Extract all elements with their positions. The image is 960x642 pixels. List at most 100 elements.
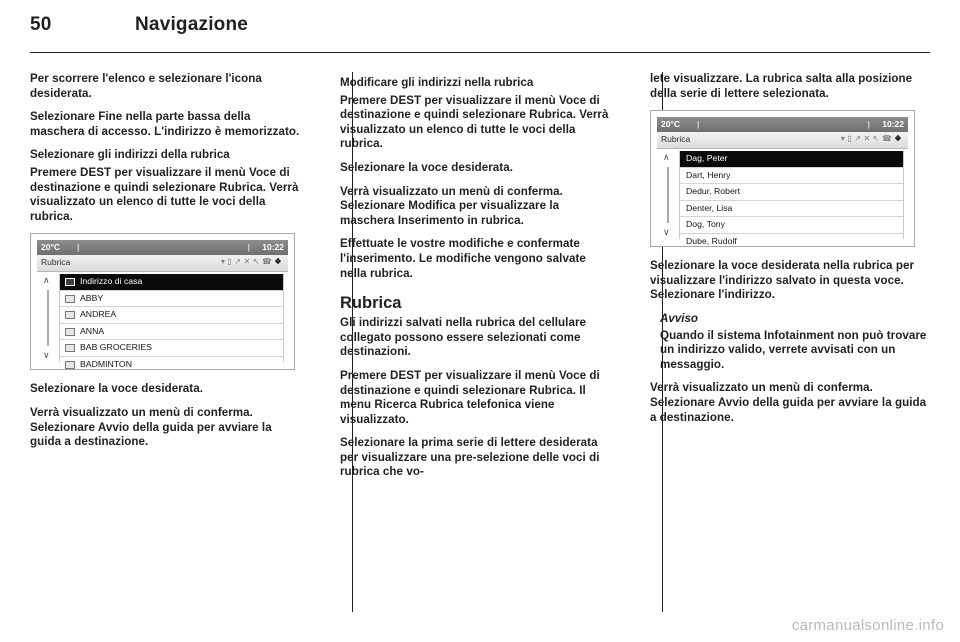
mute-icon: ↖	[252, 257, 262, 267]
note-title: Avviso	[660, 311, 699, 325]
contact-icon	[65, 327, 75, 336]
scroll-track[interactable]	[47, 290, 49, 347]
screen2-separator-left: |	[697, 119, 700, 130]
c3-paragraph-1: lete visualizzare. La rubrica salta alla…	[650, 72, 913, 100]
shuffle-icon: ✕	[863, 134, 873, 144]
screen2-status-bar: 20°C | | 10:22	[657, 117, 908, 133]
screen1-rows: Indirizzo di casa ABBY ANDREA ANNA BAB G…	[59, 274, 284, 369]
screen1-scrollbar[interactable]: ∧ ∨	[37, 272, 59, 364]
list-item-label: Dog, Tony	[686, 219, 725, 230]
page-number: 50	[30, 14, 52, 35]
c1-paragraph-5: Verrà visualizzato un menù di conferma. …	[30, 405, 272, 449]
phone-icon: ☎	[261, 257, 275, 267]
c2-heading-modificare: Modificare gli indirizzi nella rubrica	[340, 76, 534, 89]
screen2-scrollbar[interactable]: ∧ ∨	[657, 149, 679, 241]
c2-section-heading-rubrica: Rubrica	[340, 294, 402, 313]
column-2: Modificare gli indirizzi nella rubrica P…	[340, 72, 610, 612]
list-item[interactable]: Dart, Henry	[680, 168, 903, 185]
list-item[interactable]: Dube, Rudolf	[680, 234, 903, 250]
c2-paragraph-2: Selezionare la voce desiderata.	[340, 160, 513, 174]
screen1-separator-right: |	[247, 242, 250, 253]
list-item-label: Denter, Lisa	[686, 202, 733, 213]
list-item[interactable]: ANNA	[60, 324, 283, 341]
list-item[interactable]: Dog, Tony	[680, 217, 903, 234]
list-item[interactable]: BAB GROCERIES	[60, 340, 283, 357]
phone-icon: ☎	[881, 134, 895, 144]
c2-paragraph-3: Verrà visualizzato un menù di conferma. …	[340, 184, 563, 227]
list-item-label: Indirizzo di casa	[80, 276, 143, 287]
screen1-title-bar: Rubrica ▾▯↗✕↖☎❖	[37, 255, 288, 273]
infotainment-screen-2: 20°C | | 10:22 Rubrica ▾▯↗✕↖☎❖ ∧ ∨ Dag, …	[650, 110, 915, 248]
home-icon	[65, 278, 75, 287]
list-item-label: ABBY	[80, 292, 104, 303]
column-1: Per scorrere l'elenco e selezionare l'ic…	[30, 72, 300, 612]
business-icon	[65, 344, 75, 353]
screen2-separator-right: |	[867, 119, 870, 130]
screen1-status-icons: ▾▯↗✕↖☎❖	[221, 257, 284, 266]
screen1-separator-left: |	[77, 242, 80, 253]
c3-paragraph-3: Verrà visualizzato un menù di conferma. …	[650, 381, 927, 424]
contact-icon	[65, 311, 75, 320]
screen2-inner: 20°C | | 10:22 Rubrica ▾▯↗✕↖☎❖ ∧ ∨ Dag, …	[657, 117, 908, 246]
scroll-down-arrow-icon[interactable]: ∨	[43, 351, 50, 360]
site-watermark: carmanualsonline.info	[791, 617, 944, 634]
list-item-label: BAB GROCERIES	[80, 342, 152, 353]
page-header: 50 Navigazione	[30, 14, 930, 44]
shuffle-icon: ✕	[243, 257, 253, 267]
column-3: lete visualizzare. La rubrica salta alla…	[650, 72, 930, 612]
scroll-up-arrow-icon[interactable]: ∧	[663, 153, 670, 162]
infotainment-screen-1: 20°C | | 10:22 Rubrica ▾▯↗✕↖☎❖ ∧ ∨ Indir…	[30, 233, 295, 371]
screen2-title-bar: Rubrica ▾▯↗✕↖☎❖	[657, 132, 908, 150]
list-item[interactable]: Indirizzo di casa	[60, 274, 283, 291]
list-item-label: Dag, Peter	[686, 153, 728, 164]
c1-paragraph-4: Selezionare la voce desiderata.	[30, 382, 203, 396]
list-item[interactable]: Dedur, Robert	[680, 184, 903, 201]
contact-icon	[65, 360, 75, 369]
screen1-status-bar: 20°C | | 10:22	[37, 240, 288, 256]
screen2-clock: 10:22	[882, 119, 904, 130]
header-divider	[30, 52, 930, 53]
note-block: Avviso Quando il sistema Infotainment no…	[660, 312, 930, 372]
scroll-up-arrow-icon[interactable]: ∧	[43, 276, 50, 285]
list-item-label: ANDREA	[80, 309, 117, 320]
list-item[interactable]: Denter, Lisa	[680, 201, 903, 218]
c1-paragraph-1: Per scorrere l'elenco e selezionare l'ic…	[30, 72, 262, 100]
mute-icon: ↖	[872, 134, 882, 144]
screen2-status-icons: ▾▯↗✕↖☎❖	[841, 134, 904, 143]
c1-heading-indirizzi: Selezionare gli indirizzi della rubrica	[30, 148, 230, 162]
contact-icon	[65, 294, 75, 303]
battery-icon: ❖	[274, 257, 284, 267]
screen1-menu-title: Rubrica	[41, 257, 71, 268]
screen1-inner: 20°C | | 10:22 Rubrica ▾▯↗✕↖☎❖ ∧ ∨ Indir…	[37, 240, 288, 369]
screen2-temperature: 20°C	[661, 119, 680, 130]
note-body: Quando il sistema Infotainment non può t…	[660, 328, 927, 371]
screen1-clock: 10:22	[262, 242, 284, 253]
battery-icon: ❖	[894, 134, 904, 144]
page-title: Navigazione	[135, 14, 249, 35]
c2-paragraph-4: Effettuate le vostre modifiche e conferm…	[340, 237, 586, 280]
c3-paragraph-2: Selezionare la voce desiderata nella rub…	[650, 259, 915, 302]
list-item[interactable]: ABBY	[60, 291, 283, 308]
list-item[interactable]: ANDREA	[60, 307, 283, 324]
screen2-list-area: ∧ ∨ Dag, Peter Dart, Henry Dedur, Robert…	[657, 149, 908, 246]
list-item-label: Dart, Henry	[686, 169, 731, 180]
screen2-menu-title: Rubrica	[661, 134, 691, 145]
screen1-list-area: ∧ ∨ Indirizzo di casa ABBY ANDREA ANNA B…	[37, 272, 288, 369]
list-item-label: Dedur, Robert	[686, 186, 741, 197]
screen1-temperature: 20°C	[41, 242, 60, 253]
manual-page: 50 Navigazione Per scorrere l'elenco e s…	[0, 0, 960, 642]
c1-paragraph-2: Selezionare Fine nella parte bassa della…	[30, 110, 300, 138]
c2-paragraph-7: Selezionare la prima serie di lettere de…	[340, 436, 600, 479]
c1-paragraph-3: Premere DEST per visualizzare il menù Vo…	[30, 165, 299, 223]
screen2-rows: Dag, Peter Dart, Henry Dedur, Robert Den…	[679, 151, 904, 246]
c2-paragraph-5: Gli indirizzi salvati nella rubrica del …	[340, 316, 587, 359]
list-item[interactable]: Dag, Peter	[680, 151, 903, 168]
scroll-track[interactable]	[667, 167, 669, 224]
c2-paragraph-6: Premere DEST per visualizzare il menù Vo…	[340, 368, 600, 426]
list-item-label: BADMINTON	[80, 358, 132, 369]
list-item-label: Dube, Rudolf	[686, 235, 737, 246]
list-item[interactable]: BADMINTON	[60, 357, 283, 373]
list-item-label: ANNA	[80, 325, 105, 336]
scroll-down-arrow-icon[interactable]: ∨	[663, 228, 670, 237]
c2-paragraph-1: Premere DEST per visualizzare il menù Vo…	[340, 93, 609, 151]
